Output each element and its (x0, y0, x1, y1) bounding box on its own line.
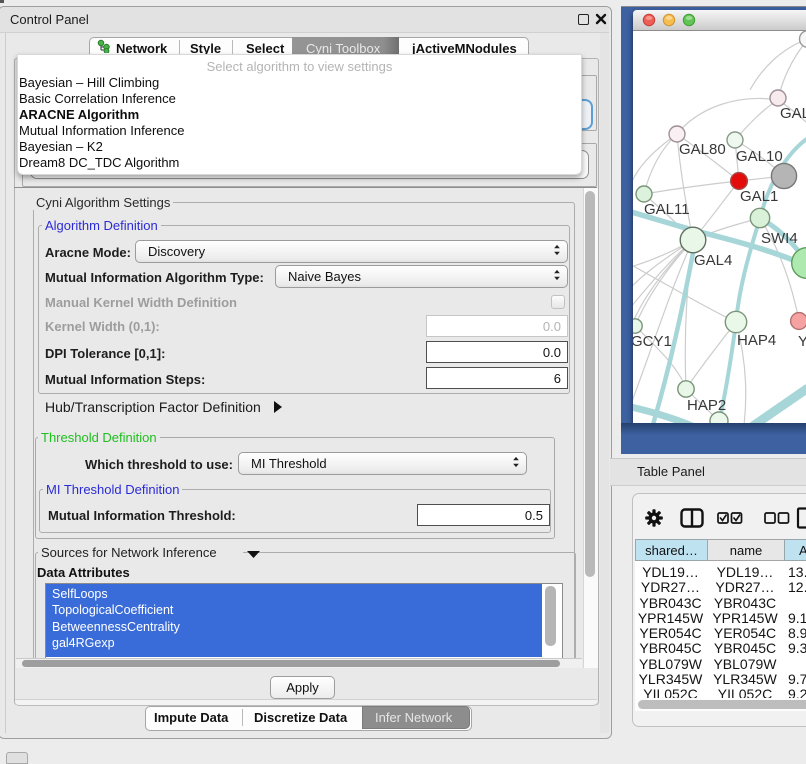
svg-text:GAL11: GAL11 (644, 201, 690, 218)
svg-text:GAL80: GAL80 (679, 141, 726, 158)
svg-text:GAL10: GAL10 (736, 148, 783, 165)
svg-text:GAL4: GAL4 (694, 252, 732, 269)
svg-text:GAL1: GAL1 (740, 188, 778, 205)
svg-text:Y: Y (798, 333, 806, 350)
svg-text:HAP2: HAP2 (687, 397, 726, 414)
svg-text:GAL7: GAL7 (780, 105, 806, 122)
svg-text:SWI4: SWI4 (761, 230, 798, 247)
svg-text:GCY1: GCY1 (633, 333, 672, 350)
svg-text:HAP4: HAP4 (737, 332, 776, 349)
